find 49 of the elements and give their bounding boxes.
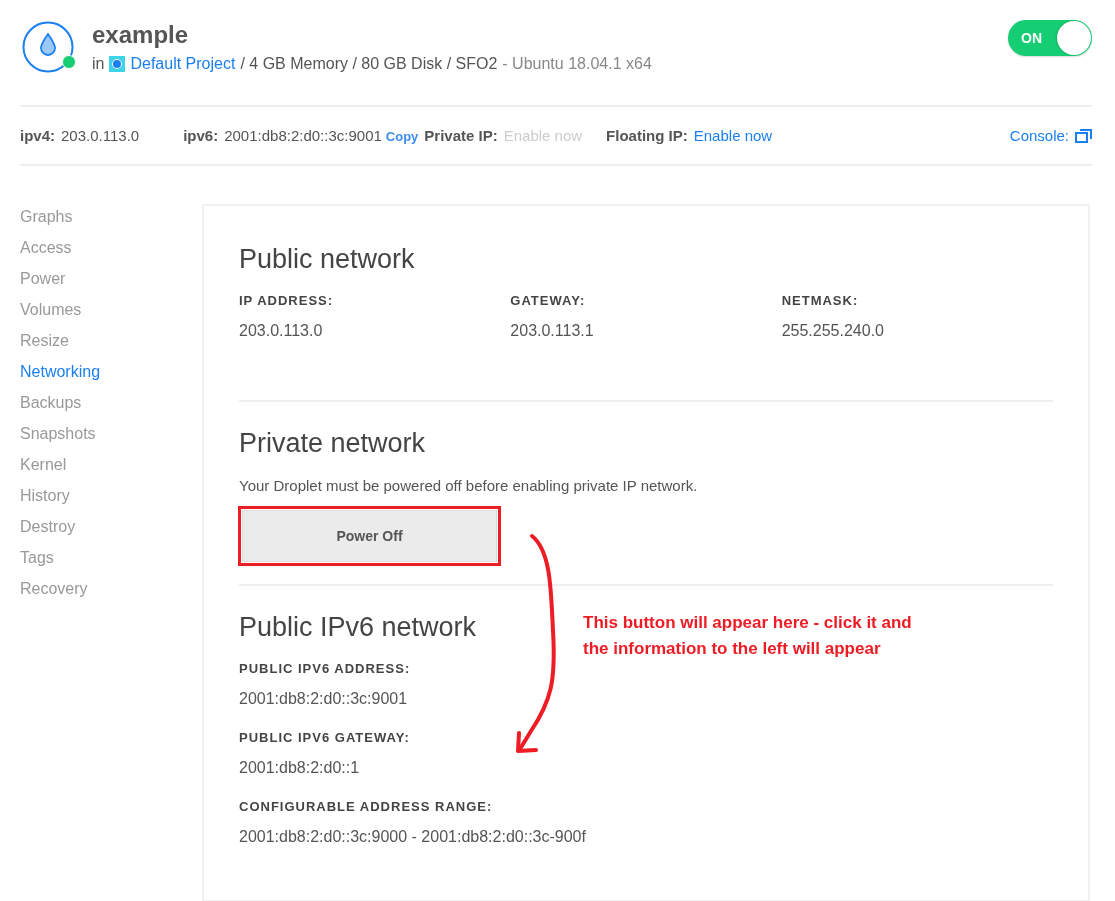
sidebar-item[interactable]: Snapshots: [20, 424, 96, 443]
sidebar-item[interactable]: Recovery: [20, 579, 88, 598]
meta-text: in: [92, 54, 105, 73]
ipv6-label: ipv6:: [183, 127, 219, 144]
field-value: 255.255.240.0: [781, 322, 885, 340]
droplet-image: - Ubuntu 18.04.1 x64: [502, 54, 652, 73]
ipv4-label: ipv4:: [20, 127, 55, 144]
project-icon: [109, 55, 126, 72]
console-link[interactable]: Console:: [1009, 127, 1069, 144]
sidebar-item[interactable]: Volumes: [20, 300, 82, 319]
section-title: Public IPv6 network: [239, 612, 477, 643]
section-title: Private network: [239, 428, 426, 459]
droplet-icon: [22, 20, 74, 73]
enable-link[interactable]: Enable now: [693, 127, 773, 144]
field-value: 203.0.113.1: [510, 322, 595, 340]
power-off-button[interactable]: Power Off: [242, 510, 497, 562]
windows-icon[interactable]: [1075, 128, 1092, 143]
field-label: GATEWAY:: [510, 293, 587, 308]
sidebar-item[interactable]: Power: [20, 269, 66, 288]
section-title: Public network: [239, 244, 415, 275]
copy-link[interactable]: Copy: [385, 129, 419, 144]
annotation-text: This button will appear here - click it and the information to the left will appear: [583, 612, 913, 660]
sidebar-item[interactable]: Graphs: [20, 207, 73, 226]
field-value: 2001:db8:2:d0::1: [239, 759, 361, 777]
sidebar-item[interactable]: History: [20, 486, 70, 505]
sidebar-item[interactable]: Kernel: [20, 455, 67, 474]
ipv4-value: 203.0.113.0: [61, 127, 140, 144]
field-label: NETMASK:: [781, 293, 860, 308]
ipv6-value: 2001:db8:2:d0::3c:9001: [224, 127, 382, 144]
sidebar-item[interactable]: Tags: [20, 548, 54, 567]
droplet-specs: / 4 GB Memory / 80 GB Disk / SFO2: [240, 54, 498, 73]
section-text: Your Droplet must be powered off before enabling private IP network.: [239, 477, 699, 494]
project-link[interactable]: Default Project: [130, 54, 236, 73]
sidebar-item[interactable]: Resize: [20, 331, 69, 350]
power-toggle[interactable]: ON: [1008, 19, 1092, 56]
private-ip-label: Private IP:: [424, 127, 498, 144]
field-value: 203.0.113.0: [239, 322, 324, 340]
sidebar-item[interactable]: Networking: [20, 362, 101, 381]
sidebar-item[interactable]: Destroy: [20, 517, 76, 536]
floating-ip-label: Floating IP:: [606, 127, 688, 144]
field-label: PUBLIC IPV6 ADDRESS:: [239, 661, 412, 676]
field-label: PUBLIC IPV6 GATEWAY:: [239, 730, 411, 745]
field-value: 2001:db8:2:d0::3c:9001: [239, 690, 409, 708]
field-value: 2001:db8:2:d0::3c:9000 - 2001:db8:2:d0::3c-900f: [239, 828, 587, 846]
droplet-name: example: [92, 20, 190, 49]
field-label: IP ADDRESS:: [239, 293, 335, 308]
field-label: CONFIGURABLE ADDRESS RANGE:: [239, 799, 494, 814]
sidebar-item[interactable]: Backups: [20, 393, 82, 412]
sidebar-item[interactable]: Access: [20, 238, 72, 257]
